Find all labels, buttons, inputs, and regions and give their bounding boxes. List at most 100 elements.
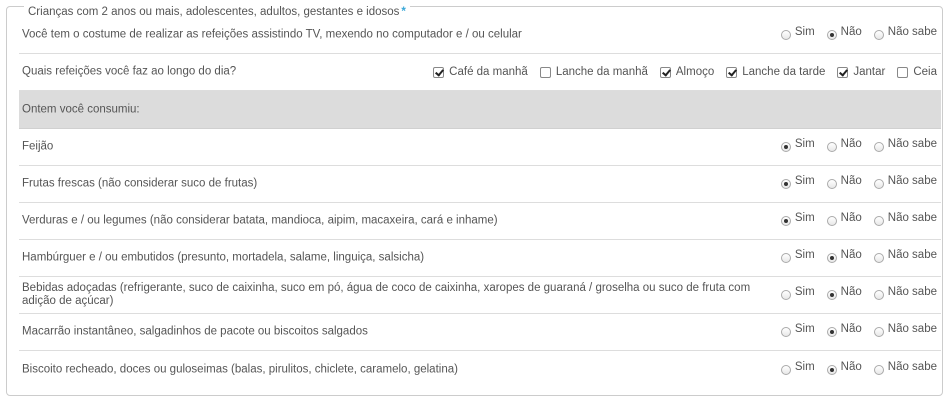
radio-option-sim[interactable]: Sim (780, 26, 815, 41)
meal-option[interactable]: Jantar (837, 66, 885, 78)
radio-label: Não sabe (887, 175, 937, 187)
food-question-row: Biscoito recheado, doces ou guloseimas (… (19, 351, 941, 388)
question-label: Biscoito recheado, doces ou guloseimas (… (22, 363, 458, 375)
radio-nao-sabe[interactable] (873, 179, 884, 189)
radio-option-nao[interactable]: Não (826, 175, 862, 190)
radio-nao-sabe[interactable] (873, 216, 884, 226)
radio-option-nao[interactable]: Não (826, 249, 862, 264)
radio-nao-sabe[interactable] (873, 364, 884, 375)
radio-option-nao-sabe[interactable]: Não sabe (873, 286, 937, 301)
radio-label: Não (840, 138, 862, 150)
radio-group: Sim Não Não sabe (769, 212, 937, 227)
radio-label: Não sabe (887, 249, 937, 261)
meal-checkbox[interactable] (433, 66, 445, 78)
checkbox-group: Café da manhã Lanche da manhã Almoço Lanche… (421, 66, 937, 78)
question-label: Verduras e / ou legumes (não considerar … (22, 214, 498, 227)
meal-checkbox[interactable] (897, 66, 909, 78)
radio-sim[interactable] (780, 179, 791, 189)
radio-option-nao-sabe[interactable]: Não sabe (873, 323, 937, 338)
radio-option-nao-sabe[interactable]: Não sabe (873, 138, 937, 153)
radio-option-sim[interactable]: Sim (780, 138, 815, 153)
radio-nao[interactable] (826, 364, 837, 375)
radio-option-nao[interactable]: Não (826, 138, 862, 153)
food-question-row: Feijão Sim Não Não sabe (19, 129, 941, 166)
radio-nao-sabe[interactable] (873, 30, 884, 40)
yesterday-header: Ontem você consumiu: (22, 103, 140, 115)
radio-group: Sim Não Não sabe (769, 138, 937, 153)
radio-option-nao-sabe[interactable]: Não sabe (873, 26, 937, 41)
meal-checkbox[interactable] (659, 66, 671, 78)
radio-option-nao-sabe[interactable]: Não sabe (873, 249, 937, 264)
food-question-row: Hambúrguer e / ou embutidos (presunto, m… (19, 240, 941, 277)
radio-sim[interactable] (780, 364, 791, 375)
section-fieldset: Crianças com 2 anos ou mais, adolescente… (6, 5, 943, 396)
radio-label: Não (840, 249, 862, 261)
radio-nao[interactable] (826, 327, 837, 337)
radio-nao[interactable] (826, 290, 837, 300)
radio-group: Sim Não Não sabe (769, 249, 937, 264)
radio-option-nao[interactable]: Não (826, 360, 862, 376)
meal-option[interactable]: Almoço (659, 66, 714, 78)
radio-sim[interactable] (780, 290, 791, 300)
question-row-tv: Você tem o costume de realizar as refeiç… (19, 17, 941, 54)
radio-label: Não sabe (887, 138, 937, 150)
radio-label: Sim (794, 323, 815, 335)
radio-nao-sabe[interactable] (873, 327, 884, 337)
food-question-row: Verduras e / ou legumes (não considerar … (19, 203, 941, 240)
radio-label: Não (840, 360, 862, 373)
radio-group: Sim Não Não sabe (769, 26, 937, 41)
radio-nao-sabe[interactable] (873, 253, 884, 263)
radio-option-nao[interactable]: Não (826, 212, 862, 227)
question-label: Quais refeições você faz ao longo do dia… (22, 65, 237, 78)
meal-checkbox[interactable] (539, 66, 551, 78)
radio-nao-sabe[interactable] (873, 142, 884, 152)
radio-option-nao-sabe[interactable]: Não sabe (873, 361, 937, 376)
radio-option-sim[interactable]: Sim (780, 286, 815, 301)
radio-label: Sim (794, 212, 815, 224)
radio-option-sim[interactable]: Sim (780, 212, 815, 227)
meal-checkbox[interactable] (837, 66, 849, 78)
radio-sim[interactable] (780, 253, 791, 263)
radio-label: Não (840, 286, 862, 298)
radio-nao[interactable] (826, 30, 837, 40)
radio-nao[interactable] (826, 142, 837, 152)
radio-option-sim[interactable]: Sim (780, 175, 815, 190)
radio-sim[interactable] (780, 142, 791, 152)
radio-group: Sim Não Não sabe (769, 323, 937, 338)
question-row-meals: Quais refeições você faz ao longo do dia… (19, 54, 941, 91)
meal-label: Lanche da tarde (742, 66, 826, 78)
meal-option[interactable]: Ceia (897, 66, 937, 78)
radio-option-nao-sabe[interactable]: Não sabe (873, 212, 937, 227)
meal-label: Lanche da manhã (555, 66, 648, 78)
radio-group: Sim Não Não sabe (769, 175, 937, 190)
meal-label: Ceia (913, 66, 937, 78)
radio-nao[interactable] (826, 253, 837, 263)
meal-option[interactable]: Café da manhã (433, 66, 528, 78)
question-label: Macarrão instantâneo, salgadinhos de pac… (22, 325, 368, 338)
radio-nao-sabe[interactable] (873, 290, 884, 300)
radio-option-sim[interactable]: Sim (780, 249, 815, 264)
radio-group: Sim Não Não sabe (769, 360, 937, 376)
radio-label: Sim (794, 26, 815, 38)
question-label: Bebidas adoçadas (refrigerante, suco de … (22, 282, 751, 307)
radio-sim[interactable] (780, 216, 791, 226)
radio-label: Sim (794, 360, 815, 373)
question-label: Feijão (22, 140, 54, 153)
radio-option-nao[interactable]: Não (826, 323, 862, 338)
radio-option-nao-sabe[interactable]: Não sabe (873, 175, 937, 190)
meal-checkbox[interactable] (726, 66, 738, 78)
meal-label: Café da manhã (449, 66, 528, 78)
radio-option-nao[interactable]: Não (826, 286, 862, 301)
radio-nao[interactable] (826, 216, 837, 226)
radio-label: Sim (794, 249, 815, 261)
meal-option[interactable]: Lanche da tarde (726, 66, 825, 78)
radio-sim[interactable] (780, 30, 791, 40)
radio-option-sim[interactable]: Sim (780, 323, 815, 338)
meal-option[interactable]: Lanche da manhã (539, 66, 648, 78)
question-label: Frutas frescas (não considerar suco de f… (22, 177, 258, 190)
radio-option-sim[interactable]: Sim (780, 360, 815, 376)
radio-label: Não sabe (887, 286, 937, 298)
radio-option-nao[interactable]: Não (826, 26, 862, 41)
radio-sim[interactable] (780, 327, 791, 337)
radio-nao[interactable] (826, 179, 837, 189)
